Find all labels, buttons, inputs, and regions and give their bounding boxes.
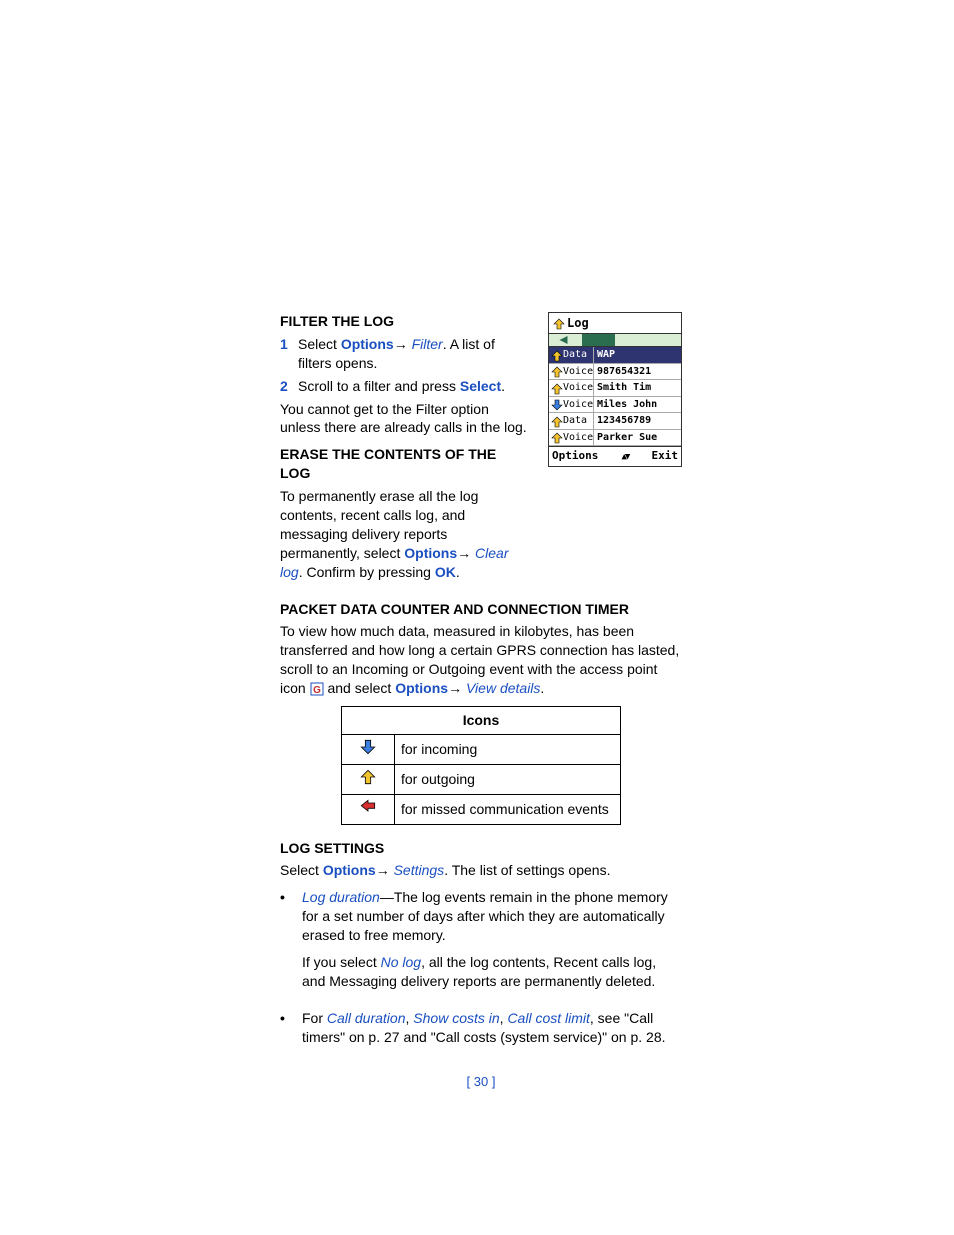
- no-log-label: No log: [381, 954, 421, 970]
- step-2: 2 Scroll to a filter and press Select.: [280, 377, 530, 396]
- device-row-type: Voice: [549, 430, 594, 446]
- device-row-type: Voice: [549, 364, 594, 380]
- table-cell: for outgoing: [395, 764, 621, 794]
- select-link: Select: [460, 378, 501, 394]
- device-row-type: Data: [549, 413, 594, 429]
- log-arrow-icon: [553, 318, 563, 328]
- options-link: Options: [395, 680, 448, 696]
- settings-bullets: Log duration—The log events remain in th…: [280, 888, 682, 1054]
- text: For: [302, 1010, 327, 1026]
- settings-action: Settings: [390, 862, 444, 878]
- device-row-type: Voice: [549, 397, 594, 413]
- gprs-access-point-icon: G: [310, 682, 324, 696]
- text: . The list of settings opens.: [444, 862, 610, 878]
- softkey-right: Exit: [651, 449, 678, 464]
- erase-paragraph: To permanently erase all the log content…: [280, 487, 530, 581]
- step-number: 2: [280, 377, 298, 396]
- nav-updown-icon: ▲▼: [622, 451, 629, 463]
- outgoing-icon: [342, 764, 395, 794]
- step-text: Select Options→ Filter. A list of filter…: [298, 335, 530, 373]
- heading-packet-data: PACKET DATA COUNTER AND CONNECTION TIMER: [280, 600, 682, 619]
- step-1: 1 Select Options→ Filter. A list of filt…: [280, 335, 530, 373]
- missed-icon: [342, 794, 395, 824]
- direction-icon: [551, 383, 561, 393]
- arrow: →: [376, 862, 390, 878]
- arrow: →: [457, 545, 471, 561]
- options-link: Options: [404, 545, 457, 561]
- step-text: Scroll to a filter and press Select.: [298, 377, 530, 396]
- device-title: Log: [567, 315, 589, 331]
- text: If you select: [302, 954, 381, 970]
- arrow: →: [394, 336, 408, 352]
- device-log-row: Data123456789: [549, 413, 681, 430]
- text: Scroll to a filter and press: [298, 378, 460, 394]
- device-row-name: Parker Sue: [594, 430, 681, 446]
- top-two-column: FILTER THE LOG 1 Select Options→ Filter.…: [280, 312, 682, 590]
- device-log-row: DataWAP: [549, 347, 681, 364]
- direction-icon: [551, 432, 561, 442]
- list-item: For Call duration, Show costs in, Call c…: [280, 1009, 682, 1055]
- list-item: Log duration—The log events remain in th…: [280, 888, 682, 998]
- text: .: [501, 378, 505, 394]
- svg-text:G: G: [313, 685, 321, 696]
- device-row-name: 987654321: [594, 364, 681, 380]
- text: Select: [298, 336, 341, 352]
- table-cell: for incoming: [395, 734, 621, 764]
- table-row: for outgoing: [342, 764, 621, 794]
- device-row-name: Smith Tim: [594, 380, 681, 396]
- text: Select: [280, 862, 323, 878]
- table-row: for incoming: [342, 734, 621, 764]
- direction-icon: [551, 350, 561, 360]
- direction-icon: [551, 399, 561, 409]
- filter-action: Filter: [408, 336, 443, 352]
- text: . Confirm by pressing: [299, 564, 435, 580]
- call-cost-limit-label: Call cost limit: [507, 1010, 589, 1026]
- device-row-type: Data: [549, 347, 594, 363]
- ok-link: OK: [435, 564, 456, 580]
- page: FILTER THE LOG 1 Select Options→ Filter.…: [0, 0, 954, 1130]
- device-row-name: Miles John: [594, 397, 681, 413]
- view-details-action: View details: [462, 680, 540, 696]
- log-duration-label: Log duration: [302, 889, 380, 905]
- device-log-row: VoiceParker Sue: [549, 430, 681, 447]
- heading-filter-the-log: FILTER THE LOG: [280, 312, 530, 331]
- device-title-bar: Log: [549, 313, 681, 333]
- device-row-type: Voice: [549, 380, 594, 396]
- log-settings-intro: Select Options→ Settings. The list of se…: [280, 861, 682, 880]
- softkey-left: Options: [552, 449, 598, 464]
- direction-icon: [551, 416, 561, 426]
- device-log-row: Voice987654321: [549, 364, 681, 381]
- text: .: [540, 680, 544, 696]
- page-number: [ 30 ]: [280, 1073, 682, 1091]
- tab-active: [582, 334, 615, 346]
- incoming-icon: [342, 734, 395, 764]
- text: and select: [327, 680, 395, 696]
- device-row-name: WAP: [594, 347, 681, 363]
- heading-log-settings: LOG SETTINGS: [280, 839, 682, 858]
- direction-icon: [551, 366, 561, 376]
- table-cell: for missed communication events: [395, 794, 621, 824]
- step-number: 1: [280, 335, 298, 373]
- text: .: [456, 564, 460, 580]
- table-row: for missed communication events: [342, 794, 621, 824]
- arrow: →: [448, 680, 462, 696]
- device-row-name: 123456789: [594, 413, 681, 429]
- icons-table: Icons for incoming for outgoing for miss…: [341, 706, 621, 825]
- heading-erase-contents: ERASE THE CONTENTS OF THE LOG: [280, 445, 530, 483]
- device-log-list: DataWAPVoice987654321VoiceSmith TimVoice…: [549, 347, 681, 446]
- device-screenshot: Log DataWAPVoice987654321VoiceSmith TimV…: [548, 312, 682, 467]
- filter-note: You cannot get to the Filter option unle…: [280, 400, 530, 438]
- device-log-row: VoiceSmith Tim: [549, 380, 681, 397]
- packet-paragraph: To view how much data, measured in kilob…: [280, 622, 682, 698]
- icons-table-header: Icons: [342, 707, 621, 735]
- left-column: FILTER THE LOG 1 Select Options→ Filter.…: [280, 312, 530, 590]
- device-tabs: [549, 333, 681, 347]
- options-link: Options: [341, 336, 394, 352]
- call-duration-label: Call duration: [327, 1010, 406, 1026]
- options-link: Options: [323, 862, 376, 878]
- device-softkeys: Options ▲▼ Exit: [549, 446, 681, 466]
- device-log-row: VoiceMiles John: [549, 397, 681, 414]
- show-costs-in-label: Show costs in: [413, 1010, 499, 1026]
